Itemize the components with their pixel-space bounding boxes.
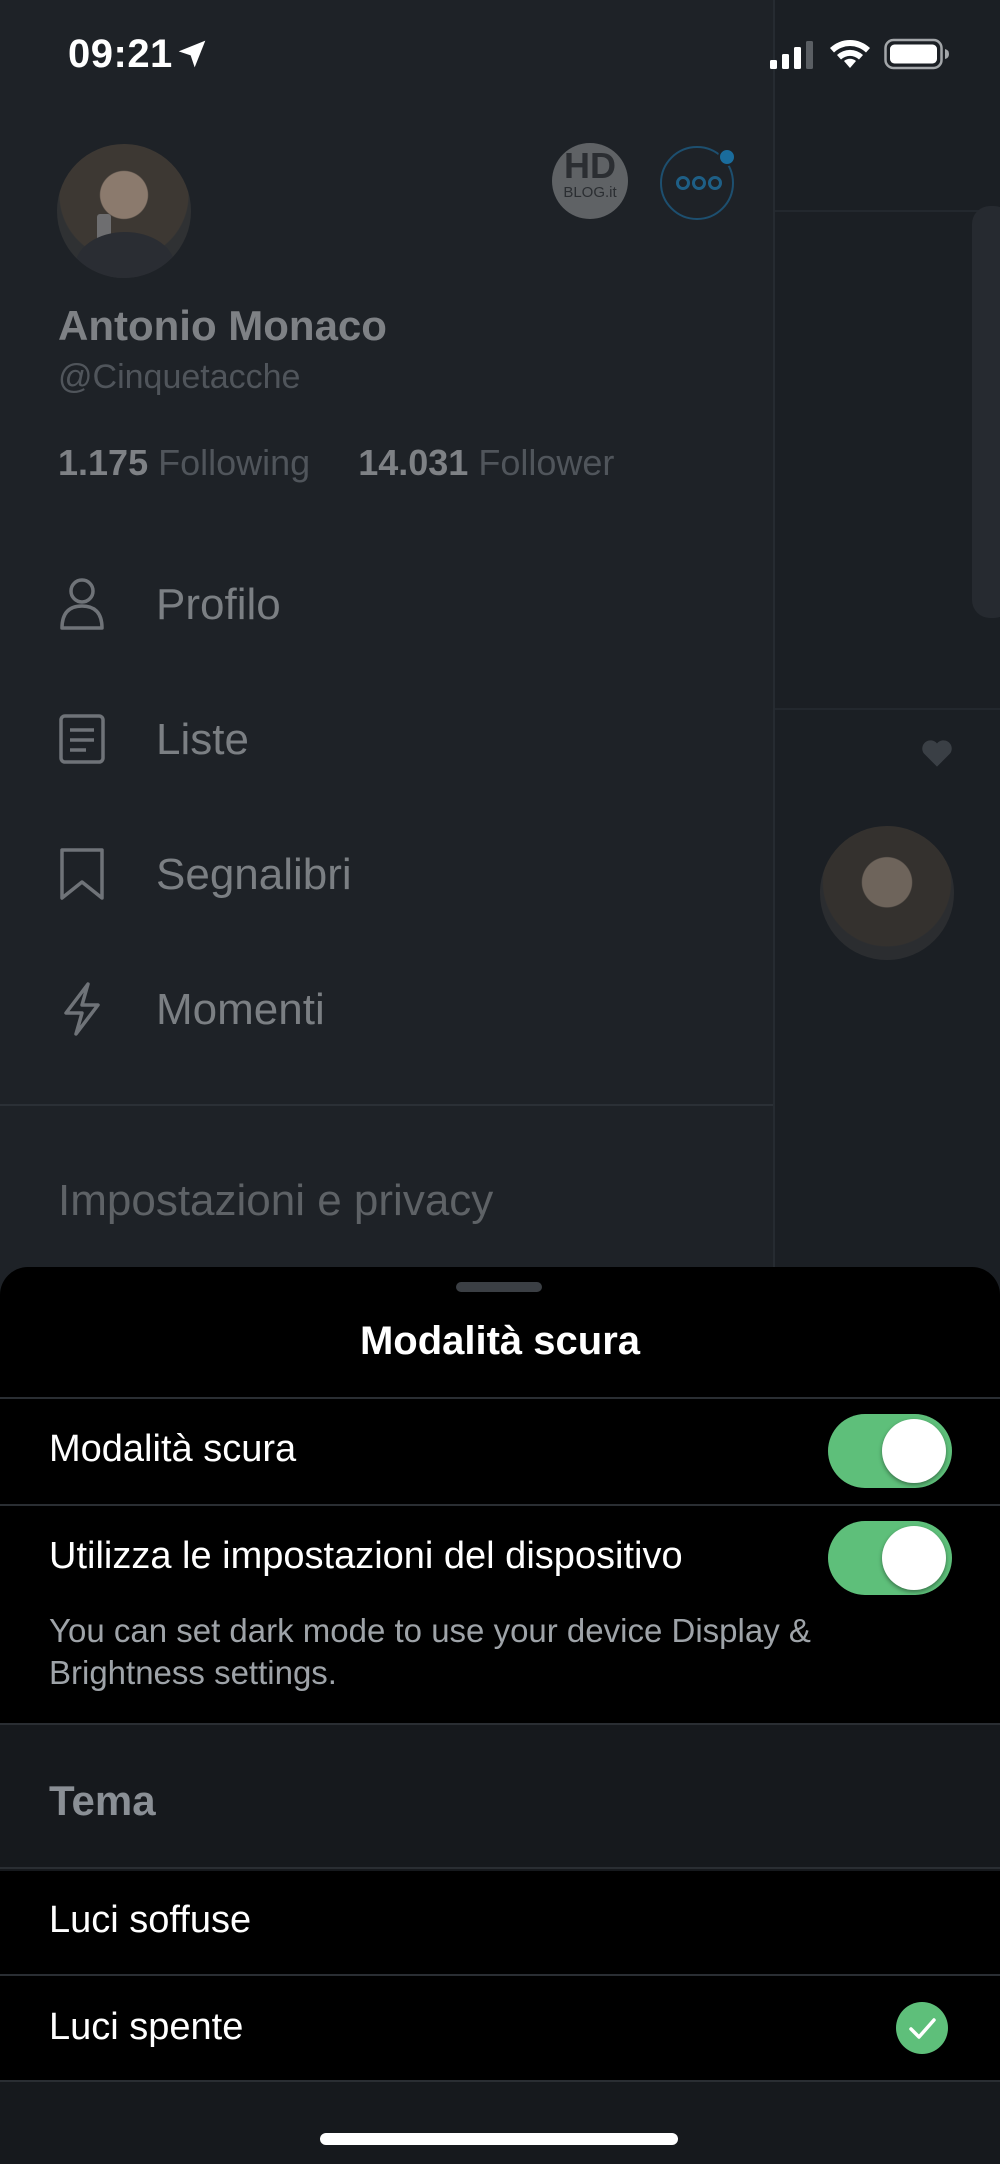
list-icon [59,714,105,764]
separator [0,1504,1000,1506]
sheet-grabber[interactable] [456,1282,542,1292]
menu-item-profilo[interactable]: Profilo [58,566,658,636]
separator [0,1867,1000,1869]
profile-stats: 1.175 Following 14.031 Follower [58,442,614,484]
dark-mode-sheet: Modalità scura Modalità scura Utilizza l… [0,1267,1000,2164]
menu-item-liste[interactable]: Liste [58,701,658,771]
notification-dot [718,148,736,166]
checkmark-icon [896,2002,948,2054]
use-device-settings-toggle[interactable] [828,1521,952,1595]
battery-icon [884,38,949,70]
menu-item-segnalibri[interactable]: Segnalibri [58,836,658,906]
menu-item-label: Momenti [156,985,325,1034]
menu-item-label: Liste [156,715,249,764]
heart-icon [922,740,952,767]
timeline-divider [775,708,1000,710]
other-account-logo-blog: BLOG.it [563,184,617,201]
toggle-knob [882,1419,946,1483]
avatar[interactable] [57,144,191,278]
side-drawer: 09:21 HD BLOG.it Antonio Monaco @Cinquet… [0,0,773,1300]
status-time: 09:21 [68,32,173,76]
timeline-divider [775,210,1000,212]
sheet-title: Modalità scura [359,1319,641,1363]
lightning-icon [64,982,100,1036]
more-accounts-button[interactable] [660,146,736,220]
profile-name[interactable]: Antonio Monaco [58,302,387,350]
drawer-edge [773,0,775,1300]
following-link[interactable]: 1.175 Following [58,442,310,483]
other-account-logo-hd: HD [564,145,616,186]
home-indicator[interactable] [320,2133,678,2145]
settings-privacy-link[interactable]: Impostazioni e privacy [58,1176,493,1226]
dark-mode-label: Modalità scura [49,1428,297,1470]
theme-section-title: Tema [49,1777,156,1824]
toggle-knob [882,1526,946,1590]
other-account-avatar[interactable]: HD BLOG.it [552,143,628,219]
follower-link[interactable]: 14.031 Follower [358,442,614,483]
location-arrow-icon [178,40,206,68]
menu-item-label: Profilo [156,580,281,629]
separator [0,1397,1000,1399]
person-icon [60,578,104,630]
dark-mode-help-text: You can set dark mode to use your device… [49,1612,811,1691]
wifi-icon [830,40,870,68]
bookmark-icon [60,848,104,900]
menu-item-momenti[interactable]: Momenti [58,971,658,1041]
timeline-avatar [820,826,954,960]
menu-item-label: Segnalibri [156,850,352,899]
theme-option-luci-spente[interactable]: Luci spente [49,2006,243,2049]
use-device-settings-label: Utilizza le impostazioni del dispositivo [49,1535,683,1577]
profile-handle: @Cinquetacche [58,358,301,396]
signal-icon [770,41,813,69]
drawer-divider [0,1104,773,1106]
more-dots-icon [676,176,722,190]
sheet-footer [0,2082,1000,2164]
theme-option-luci-soffuse[interactable]: Luci soffuse [49,1899,251,1942]
theme-section-header: Tema [0,1725,1000,1871]
separator [0,1974,1000,1976]
dark-mode-toggle[interactable] [828,1414,952,1488]
timeline-media-card [972,206,1000,618]
